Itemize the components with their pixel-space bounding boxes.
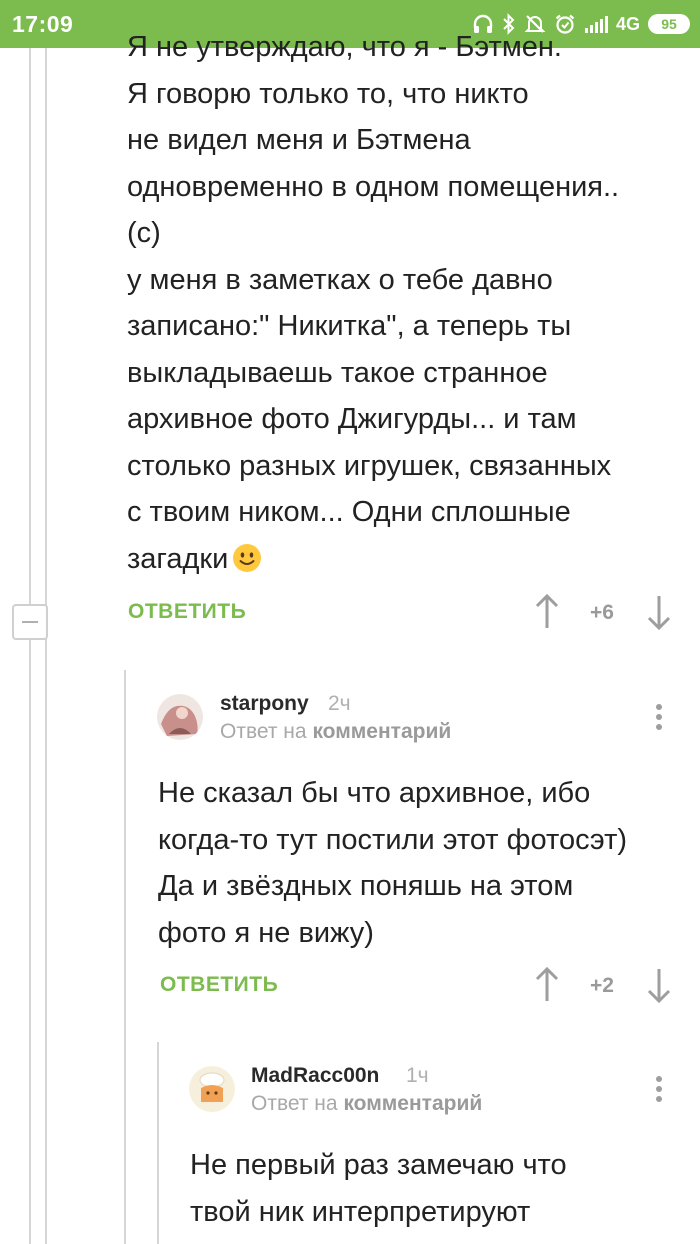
comment-time: 2ч: [328, 692, 351, 715]
thread-line-level-3: [124, 670, 126, 1244]
smiling-face-emoji: [233, 543, 262, 572]
comment-line: твой ник интерпретируют: [190, 1195, 531, 1228]
comment-actions: ОТВЕТИТЬ +6: [128, 592, 688, 636]
status-time: 17:09: [12, 11, 74, 37]
reply-to-prefix: Ответ на: [220, 720, 307, 743]
comment-line: когда-то тут постили этот фотосэт): [158, 823, 628, 856]
comment-line: Да и звёздных поняшь на этом: [158, 870, 574, 902]
comment-line: Не первый раз замечаю что: [190, 1149, 567, 1181]
comment-actions: ОТВЕТИТЬ +2: [160, 965, 688, 1009]
username[interactable]: MadRacc00n: [251, 1064, 379, 1088]
network-type: 4G: [615, 13, 640, 34]
comment-body: Я не утверждаю, что я - Бэтмен. Я говорю…: [127, 24, 619, 582]
comment-score: +2: [590, 974, 614, 997]
comment-line: не видел меня и Бэтмена: [127, 124, 471, 156]
reply-to-info: Ответ на комментарий: [220, 720, 451, 744]
reply-to-prefix: Ответ на: [251, 1092, 338, 1115]
comment-time: 1ч: [406, 1064, 429, 1087]
reply-to-link[interactable]: комментарий: [343, 1092, 482, 1115]
comment-line: с твоим ником... Одни сплошные: [127, 496, 571, 528]
user-avatar[interactable]: [157, 694, 203, 740]
comment-line: столько разных игрушек, связанных: [127, 449, 612, 482]
comment-last-line: загадки: [127, 536, 619, 583]
upvote-arrow-icon[interactable]: [532, 592, 562, 632]
comment-header: starpony 2ч Ответ на комментарий: [157, 692, 677, 752]
user-avatar[interactable]: [189, 1066, 235, 1112]
comment-line: у меня в заметках о тебе давно: [127, 263, 553, 296]
comment-body: Не сказал бы что архивное, ибо когда-то …: [158, 770, 627, 956]
comment-header: MadRacc00n 1ч Ответ на комментарий: [189, 1064, 679, 1124]
comment-body: Не первый раз замечаю что твой ник интер…: [190, 1142, 567, 1235]
reply-to-info: Ответ на комментарий: [251, 1092, 482, 1116]
downvote-arrow-icon[interactable]: [644, 965, 674, 1005]
reply-button[interactable]: ОТВЕТИТЬ: [128, 600, 246, 624]
comment-line: одновременно в одном помещения..: [127, 170, 620, 203]
comment-line: Я не утверждаю, что я - Бэтмен.: [127, 31, 562, 63]
thread-line-level-1: [29, 48, 31, 1244]
comment-score: +6: [590, 601, 614, 624]
more-options-icon[interactable]: [654, 704, 664, 734]
more-options-icon[interactable]: [654, 1076, 664, 1106]
comment-line: фото я не вижу): [158, 916, 374, 949]
upvote-arrow-icon[interactable]: [532, 965, 562, 1005]
comment-line: Не сказал бы что архивное, ибо: [158, 777, 591, 809]
comment-line: выкладываешь такое странное: [127, 356, 548, 389]
comment-line: архивное фото Джигурды... и там: [127, 403, 577, 435]
battery-indicator: 95: [648, 14, 690, 34]
comment-line: загадки: [127, 542, 229, 575]
thread-line-level-2: [45, 48, 47, 1244]
reply-button[interactable]: ОТВЕТИТЬ: [160, 973, 278, 997]
username[interactable]: starpony: [220, 692, 309, 716]
comment-line: (с): [127, 217, 161, 249]
downvote-arrow-icon[interactable]: [644, 592, 674, 632]
comment-line: записано:" Никитка", а теперь ты: [127, 310, 572, 342]
comment-line: Я говорю только то, что никто: [127, 77, 529, 110]
collapse-thread-button[interactable]: [12, 604, 48, 640]
reply-to-link[interactable]: комментарий: [312, 720, 451, 743]
thread-line-level-4: [157, 1042, 159, 1244]
